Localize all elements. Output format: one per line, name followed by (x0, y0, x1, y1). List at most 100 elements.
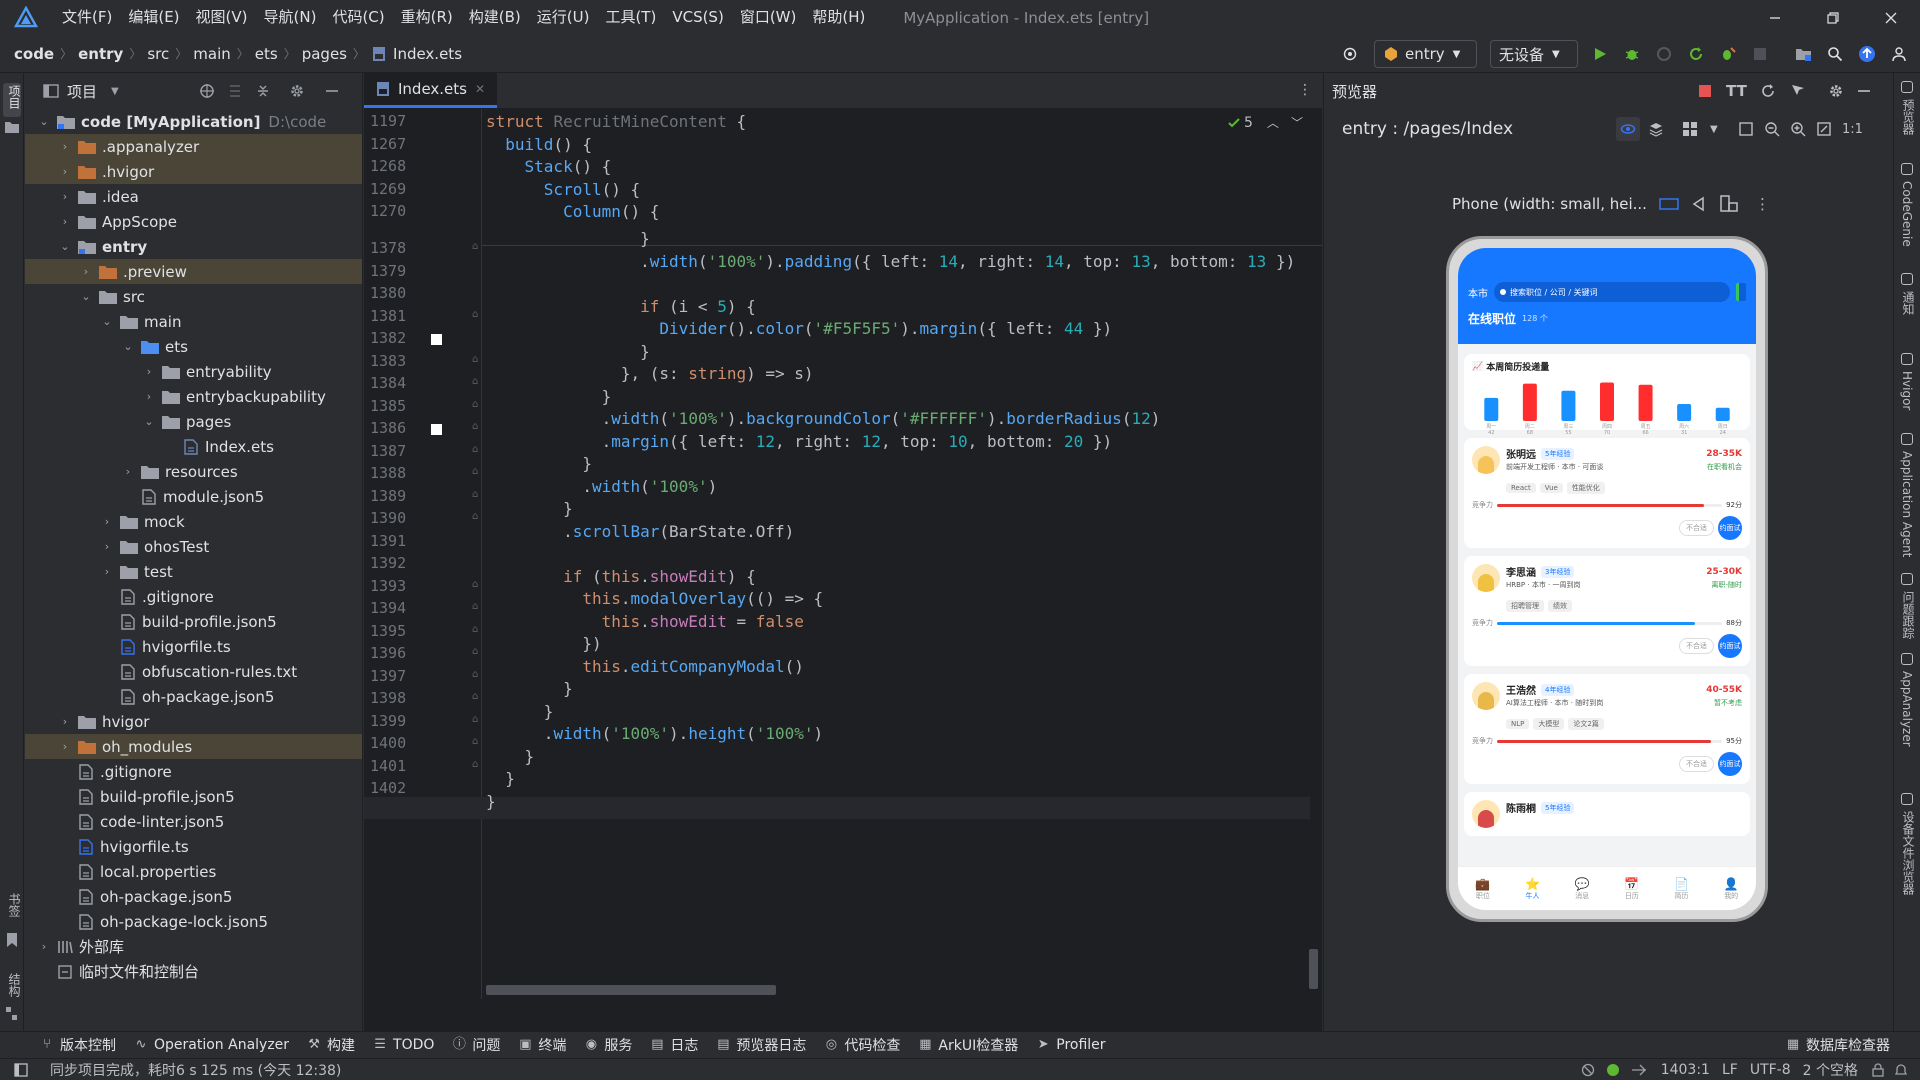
candidate-card[interactable]: 王浩然 4年经验 40-55K AI算法工程师 · 本市 · 随时到岗 暂不考虑 NLP 大… (1464, 674, 1750, 784)
tree-item[interactable]: oh-package.json5 (25, 684, 362, 709)
application-agent-tool-button[interactable]: Application Agent (1900, 451, 1914, 557)
chevron-right-icon[interactable]: › (58, 190, 72, 204)
menu-edit[interactable]: 编辑(E) (120, 0, 187, 35)
rotate-icon[interactable] (1719, 195, 1739, 213)
back-icon[interactable] (1691, 196, 1707, 212)
run-button[interactable] (1587, 40, 1613, 68)
device-file-browser-tool-button[interactable]: 设备文件浏览器 (1900, 811, 1917, 895)
tree-item[interactable]: oh-package.json5 (25, 884, 362, 909)
fold-marker-icon[interactable]: ⌂ (472, 511, 478, 522)
tree-item[interactable]: 临时文件和控制台 (25, 959, 362, 984)
fold-marker-icon[interactable]: ⌂ (472, 579, 478, 590)
menu-view[interactable]: 视图(V) (188, 0, 256, 35)
tree-item[interactable]: ⌄ code [MyApplication] D:\code (25, 109, 362, 134)
codegenie-tool-button[interactable]: CodeGenie (1900, 181, 1914, 247)
invite-button[interactable]: 约面试 (1718, 516, 1742, 540)
chevron-right-icon[interactable]: › (58, 165, 72, 179)
breadcrumb-main[interactable]: main (193, 45, 230, 63)
filter-icon[interactable] (1736, 283, 1746, 301)
tabbar-item[interactable]: ⭐ 牛人 (1508, 867, 1558, 910)
tabbar-item[interactable]: 👤 我的 (1706, 867, 1756, 910)
search-box[interactable]: 搜索职位 / 公司 / 关键词 (1494, 282, 1730, 302)
bookmarks-tool-button[interactable]: 书签 (6, 893, 23, 917)
tree-item[interactable]: local.properties (25, 859, 362, 884)
reject-button[interactable]: 不合适 (1679, 638, 1714, 654)
notifications-icon[interactable] (1894, 1063, 1908, 1077)
breakpoint-marker[interactable] (431, 424, 442, 435)
version-control-tool-button[interactable]: ⑂ 版本控制 (40, 1035, 116, 1055)
tabbar-item[interactable]: 📄 简历 (1657, 867, 1707, 910)
arkui-inspector-tool-button[interactable]: ▦ ArkUI检查器 (918, 1035, 1018, 1055)
fold-marker-icon[interactable]: ⌂ (472, 376, 478, 387)
lock-icon[interactable] (1872, 1062, 1884, 1077)
chevron-right-icon[interactable]: › (58, 715, 72, 729)
crosshair-icon[interactable] (199, 83, 215, 99)
breadcrumb-module[interactable]: entry (78, 45, 123, 63)
tree-item[interactable]: › entryability (25, 359, 362, 384)
zoom-in-icon[interactable] (1790, 121, 1806, 137)
city-label[interactable]: 本市 (1468, 285, 1488, 300)
chevron-right-icon[interactable]: › (79, 265, 93, 279)
close-tab-icon[interactable]: ✕ (475, 82, 485, 96)
tree-item[interactable]: code-linter.json5 (25, 809, 362, 834)
chevron-right-icon[interactable]: › (58, 740, 72, 754)
caret-position[interactable]: 1403:1 (1661, 1062, 1710, 1078)
chevron-right-icon[interactable]: › (142, 390, 156, 404)
fold-marker-icon[interactable]: ⌂ (472, 444, 478, 455)
stop-button[interactable] (1747, 40, 1773, 68)
chevron-right-icon[interactable]: › (100, 540, 114, 554)
fold-marker-icon[interactable]: ⌂ (472, 736, 478, 747)
fold-marker-icon[interactable]: ⌂ (472, 466, 478, 477)
profile-button[interactable] (1651, 40, 1677, 68)
chevron-down-icon[interactable]: ⌄ (142, 415, 156, 429)
fit-icon[interactable] (1738, 121, 1754, 137)
gear-icon[interactable] (289, 83, 305, 99)
font-size-icon[interactable]: TT (1726, 82, 1747, 100)
tree-item[interactable]: oh-package-lock.json5 (25, 909, 362, 934)
file-encoding[interactable]: UTF-8 (1750, 1062, 1791, 1078)
menu-refactor[interactable]: 重构(R) (393, 0, 461, 35)
reject-button[interactable]: 不合适 (1679, 520, 1714, 536)
tree-item[interactable]: ⌄ src (25, 284, 362, 309)
more-icon[interactable]: ⋮ (1755, 195, 1770, 213)
attach-debugger-button[interactable] (1715, 40, 1741, 68)
issue-tracker-tool-button[interactable]: 问题跟踪 (1900, 591, 1917, 639)
invite-button[interactable]: 约面试 (1718, 634, 1742, 658)
expand-all-icon[interactable] (227, 83, 243, 99)
fold-marker-icon[interactable]: ⌂ (472, 669, 478, 680)
tree-item[interactable]: › mock (25, 509, 362, 534)
hide-panel-icon[interactable] (1857, 84, 1871, 98)
grid-icon[interactable] (1682, 121, 1698, 137)
chevron-right-icon[interactable]: › (100, 565, 114, 579)
collapse-all-icon[interactable] (255, 83, 271, 99)
visibility-toggle[interactable] (1616, 117, 1640, 141)
menu-window[interactable]: 窗口(W) (732, 0, 805, 35)
tabbar-item[interactable]: 💬 消息 (1557, 867, 1607, 910)
chevron-down-icon[interactable]: ▼ (111, 86, 119, 97)
menu-navigate[interactable]: 导航(N) (256, 0, 325, 35)
sync-icon[interactable] (1631, 1063, 1647, 1077)
layout-icon[interactable] (14, 1062, 28, 1077)
tab-index-ets[interactable]: Index.ets ✕ (364, 72, 498, 108)
appanalyzer-tool-button[interactable]: AppAnalyzer (1900, 671, 1914, 747)
hide-panel-icon[interactable] (325, 84, 339, 98)
line-ending[interactable]: LF (1722, 1062, 1738, 1078)
chevron-right-icon[interactable]: › (121, 465, 135, 479)
tree-item[interactable]: › test (25, 559, 362, 584)
operation-analyzer-tool-button[interactable]: ∿ Operation Analyzer (134, 1037, 290, 1053)
tabbar-item[interactable]: 📅 日历 (1607, 867, 1657, 910)
breadcrumb-ets[interactable]: ets (255, 45, 278, 63)
tree-item[interactable]: ⌄ ets (25, 334, 362, 359)
tree-item[interactable]: module.json5 (25, 484, 362, 509)
menu-code[interactable]: 代码(C) (324, 0, 392, 35)
fold-marker-icon[interactable]: ⌂ (472, 601, 478, 612)
inspector-icon[interactable] (1790, 83, 1806, 99)
tree-item[interactable]: build-profile.json5 (25, 609, 362, 634)
code-check-tool-button[interactable]: ◎ 代码检查 (824, 1035, 901, 1055)
one-to-one-icon[interactable]: 1:1 (1842, 122, 1863, 137)
tree-item[interactable]: › .preview (25, 259, 362, 284)
fold-marker-icon[interactable]: ⌂ (472, 759, 478, 770)
breakpoint-marker[interactable] (431, 334, 442, 345)
build-tool-button[interactable]: ⚒ 构建 (307, 1035, 355, 1055)
chevron-down-icon[interactable]: ⌄ (58, 240, 72, 254)
